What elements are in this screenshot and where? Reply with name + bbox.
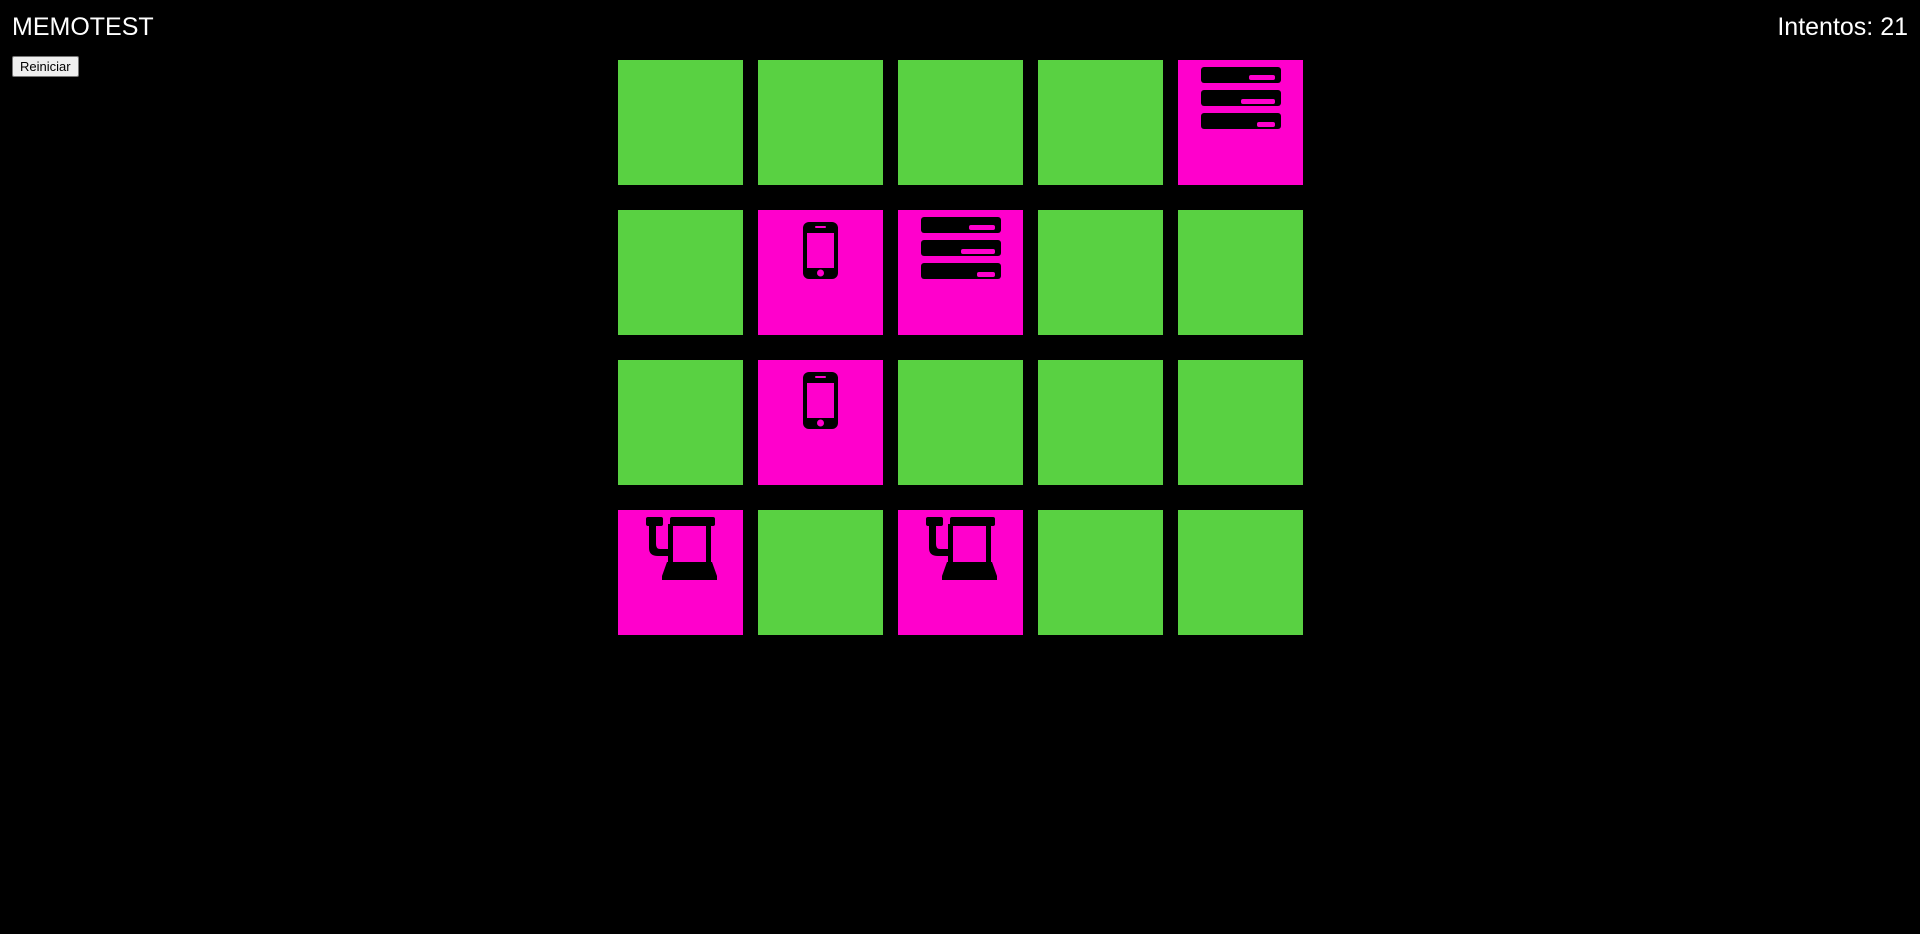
memory-card[interactable] <box>1038 360 1163 485</box>
memory-card[interactable] <box>758 210 883 335</box>
memory-card[interactable] <box>618 60 743 185</box>
memory-card[interactable] <box>758 60 883 185</box>
memory-card[interactable] <box>1178 60 1303 185</box>
game-board <box>618 60 1303 635</box>
memory-card[interactable] <box>898 60 1023 185</box>
attempts-counter: Intentos: 21 <box>1777 13 1908 41</box>
smartphone-icon <box>758 210 883 335</box>
beer-mug-icon <box>618 510 743 635</box>
memory-card[interactable] <box>1178 360 1303 485</box>
memory-card[interactable] <box>898 360 1023 485</box>
memory-card[interactable] <box>898 510 1023 635</box>
memory-card[interactable] <box>618 510 743 635</box>
memory-card[interactable] <box>618 210 743 335</box>
memory-card[interactable] <box>758 360 883 485</box>
memory-card[interactable] <box>1178 510 1303 635</box>
server-icon <box>1178 60 1303 185</box>
restart-button[interactable]: Reiniciar <box>12 56 79 77</box>
beer-mug-icon <box>898 510 1023 635</box>
memory-card[interactable] <box>1038 510 1163 635</box>
memory-card[interactable] <box>1178 210 1303 335</box>
memory-card[interactable] <box>1038 60 1163 185</box>
page-title: MEMOTEST <box>12 13 154 41</box>
memory-card[interactable] <box>618 360 743 485</box>
memory-card[interactable] <box>898 210 1023 335</box>
smartphone-icon <box>758 360 883 485</box>
memory-card[interactable] <box>758 510 883 635</box>
memory-card[interactable] <box>1038 210 1163 335</box>
server-icon <box>898 210 1023 335</box>
